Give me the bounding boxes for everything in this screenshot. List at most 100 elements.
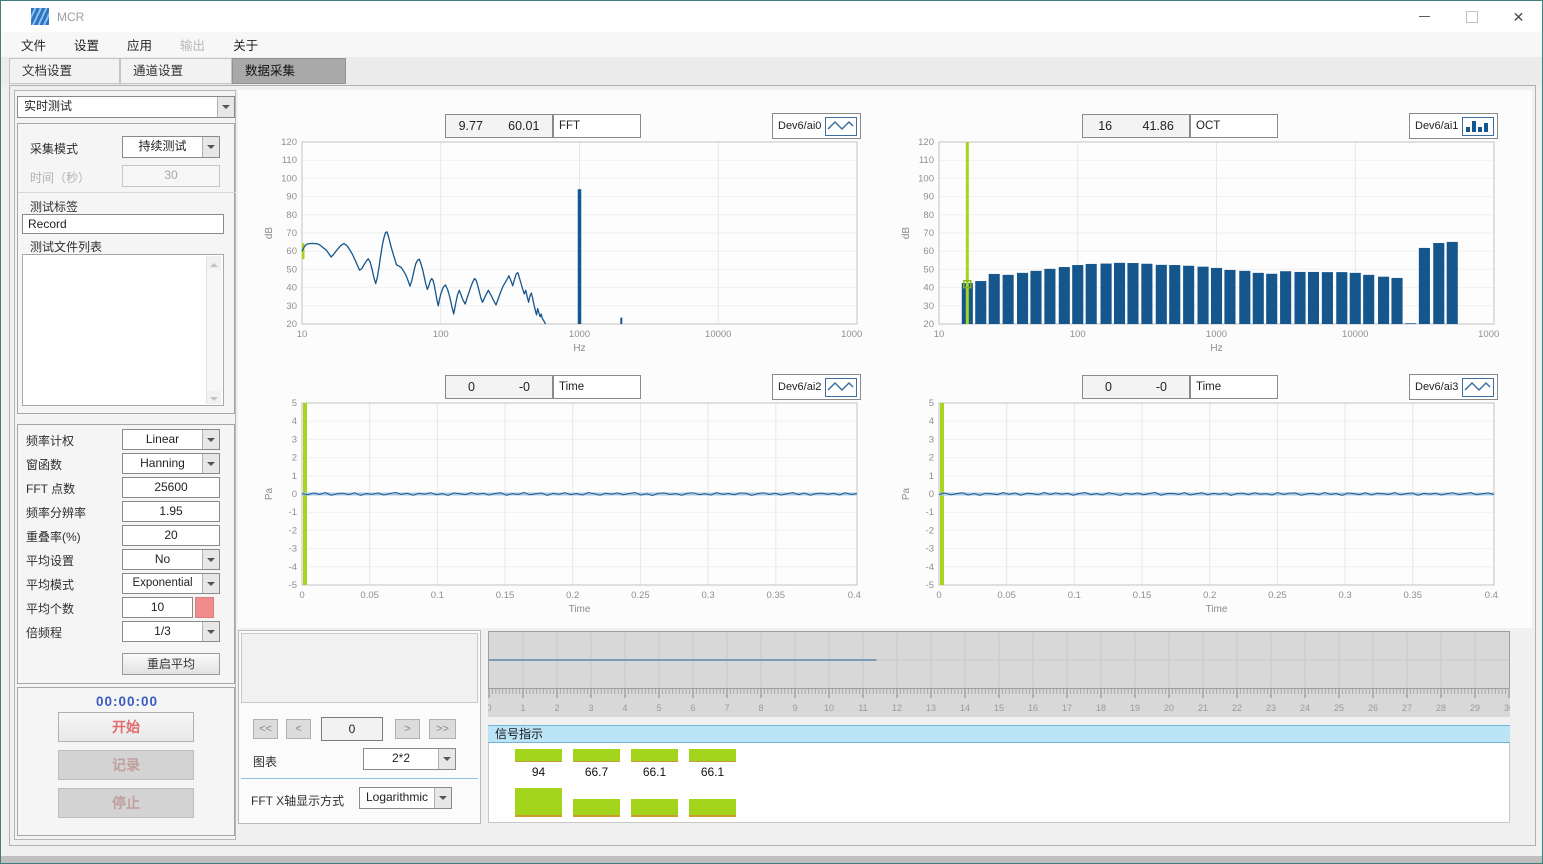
svg-text:-1: -1 [926,507,934,518]
menu-file[interactable]: 文件 [7,35,60,54]
oct-plot[interactable]: 2030405060708090100110120101001000100001… [895,132,1499,364]
avg-setting-value: No [123,550,202,569]
time1-plot[interactable]: -5-4-3-2-101234500.050.10.150.20.250.30.… [258,393,862,625]
svg-text:0: 0 [488,703,492,713]
overlap-input[interactable]: 20 [122,525,220,546]
file-list-scrollbar[interactable] [206,256,222,404]
chevron-down-icon[interactable] [202,430,219,449]
chevron-down-icon[interactable] [438,749,455,769]
nav-first-button[interactable]: << [253,719,278,739]
svg-text:120: 120 [918,137,934,148]
svg-text:16: 16 [1028,703,1038,713]
chevron-down-icon[interactable] [434,788,451,808]
run-control-group: 00:00:00 开始 记录 停止 [17,687,235,836]
svg-text:27: 27 [1402,703,1412,713]
nav-last-button[interactable]: >> [429,719,456,739]
tab-data-acquisition[interactable]: 数据采集 [232,58,346,84]
avg-mode-select[interactable]: Exponential [122,573,220,594]
scroll-up-icon[interactable] [207,256,221,269]
test-mode-select[interactable]: 实时测试 [17,96,235,118]
minimize-button[interactable] [1401,1,1448,32]
fft-points-input[interactable]: 25600 [122,477,220,498]
chevron-down-icon[interactable] [202,550,219,569]
svg-text:12: 12 [892,703,902,713]
nav-page-input[interactable]: 0 [321,717,383,741]
signal-level-bar [573,749,620,762]
chart-layout-value: 2*2 [364,749,438,769]
svg-text:5: 5 [929,398,934,409]
svg-text:1000: 1000 [1206,329,1227,340]
signal-value: 66.7 [573,765,620,779]
chart-layout-select[interactable]: 2*2 [363,748,456,770]
test-label-input[interactable]: Record [22,214,224,234]
fft-xaxis-mode-select[interactable]: Logarithmic [359,787,452,809]
window-controls: ✕ [1401,1,1542,32]
svg-text:70: 70 [286,228,297,239]
svg-text:-2: -2 [926,525,934,536]
signal-level-bar [515,749,562,762]
tab-channel-settings[interactable]: 通道设置 [120,58,232,84]
nav-prev-button[interactable]: < [286,719,311,739]
svg-text:0: 0 [929,489,934,500]
chevron-down-icon[interactable] [217,97,234,117]
menu-settings[interactable]: 设置 [60,35,113,54]
menu-application[interactable]: 应用 [113,35,166,54]
window-bottom-edge [1,856,1542,864]
time2-plot[interactable]: -5-4-3-2-101234500.050.10.150.20.250.30.… [895,393,1499,625]
chart-layout-label: 图表 [253,753,277,770]
svg-text:100: 100 [918,173,934,184]
svg-text:0.2: 0.2 [1203,590,1216,601]
menu-about[interactable]: 关于 [219,35,272,54]
octave-label: 倍频程 [26,624,62,641]
time-seconds-input: 30 [122,165,220,187]
time2-channel-name: Dev6/ai3 [1415,381,1458,393]
svg-text:60: 60 [286,246,297,257]
fft-plot[interactable]: 2030405060708090100110120101001000100001… [258,132,862,364]
time1-cursor-x: 0 [468,380,475,394]
freq-weighting-select[interactable]: Linear [122,429,220,450]
time2-cursor-x: 0 [1105,380,1112,394]
scroll-down-icon[interactable] [207,391,221,404]
chevron-down-icon[interactable] [202,622,219,641]
fft-points-label: FFT 点数 [26,480,75,497]
svg-text:Pa: Pa [901,487,912,500]
avg-setting-select[interactable]: No [122,549,220,570]
maximize-button[interactable] [1448,1,1495,32]
svg-text:Time: Time [1206,604,1228,615]
minimize-icon [1419,16,1430,17]
svg-text:dB: dB [901,227,912,240]
tab-document-settings[interactable]: 文档设置 [9,58,120,84]
nav-next-button[interactable]: > [395,719,420,739]
start-button[interactable]: 开始 [58,712,194,742]
svg-text:1: 1 [929,471,934,482]
sidebar: 实时测试 采集模式 持续测试 时间（秒） 30 测试标签 Record 测试文件… [14,90,236,840]
analysis-settings-group: 频率计权 Linear 窗函数 Hanning FFT 点数 25600 频率分… [17,424,235,684]
svg-text:30: 30 [923,301,934,312]
acq-mode-select[interactable]: 持续测试 [122,136,220,158]
window-fn-label: 窗函数 [26,456,62,473]
freq-resolution-input[interactable]: 1.95 [122,501,220,522]
svg-text:50: 50 [923,264,934,275]
svg-text:19: 19 [1130,703,1140,713]
avg-count-input[interactable]: 10 [122,597,193,618]
octave-select[interactable]: 1/3 [122,621,220,642]
svg-text:23: 23 [1266,703,1276,713]
restart-average-button[interactable]: 重启平均 [122,653,220,675]
svg-text:0.25: 0.25 [631,590,650,601]
svg-text:90: 90 [286,192,297,203]
svg-text:20: 20 [923,319,934,330]
chevron-down-icon[interactable] [202,574,219,593]
test-file-listbox[interactable] [22,254,224,406]
octave-value: 1/3 [123,622,202,641]
window-fn-select[interactable]: Hanning [122,453,220,474]
svg-text:7: 7 [724,703,729,713]
chevron-down-icon[interactable] [202,454,219,473]
signal-value: 94 [515,765,562,779]
app-icon [31,8,49,25]
chevron-down-icon[interactable] [202,137,219,157]
acquisition-group: 采集模式 持续测试 时间（秒） 30 测试标签 Record 测试文件列表 [17,123,235,414]
close-button[interactable]: ✕ [1495,1,1542,32]
svg-text:80: 80 [923,210,934,221]
svg-text:0.1: 0.1 [431,590,444,601]
avg-setting-label: 平均设置 [26,552,74,569]
